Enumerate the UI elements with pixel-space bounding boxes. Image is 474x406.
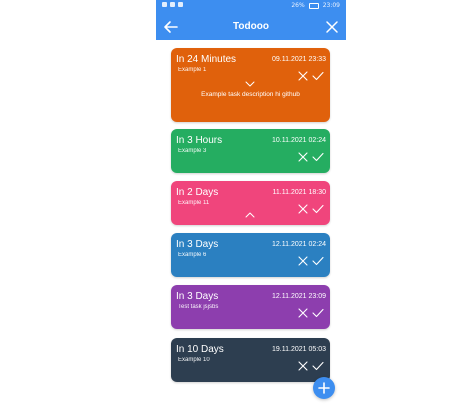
task-datetime: 10.11.2021 02:24: [272, 137, 326, 144]
task-title: Example 3: [178, 148, 207, 154]
task-card[interactable]: In 3 Days 12.11.2021 02:24 Example 6: [171, 233, 330, 277]
task-title: Example 6: [178, 252, 207, 258]
chevron-up-icon[interactable]: [245, 212, 255, 218]
task-due-label: In 2 Days: [176, 187, 219, 198]
task-datetime: 11.11.2021 18:30: [272, 189, 326, 196]
delete-task-icon[interactable]: [298, 256, 308, 266]
notification-icons: [162, 2, 183, 7]
notification-icon: [178, 2, 183, 7]
task-card[interactable]: In 3 Days 12.11.2021 23:09 Test task jsj…: [171, 285, 330, 329]
delete-task-icon[interactable]: [298, 204, 308, 214]
task-due-label: In 24 Minutes: [176, 54, 237, 65]
status-time: 23:09: [322, 2, 340, 9]
task-card[interactable]: In 3 Hours 10.11.2021 02:24 Example 3: [171, 129, 330, 173]
complete-task-icon[interactable]: [312, 71, 324, 81]
delete-task-icon[interactable]: [298, 71, 308, 81]
close-icon[interactable]: [325, 20, 339, 34]
task-description: Example task description hi github: [201, 91, 300, 98]
task-title: Example 11: [178, 200, 210, 206]
complete-task-icon[interactable]: [312, 152, 324, 162]
chevron-down-icon[interactable]: [245, 81, 255, 87]
app-bar: 26% 23:09 Todooo: [156, 0, 346, 40]
task-datetime: 12.11.2021 23:09: [272, 293, 326, 300]
task-card[interactable]: In 24 Minutes 09.11.2021 23:33 Example 1…: [171, 48, 330, 122]
battery-percent: 26%: [291, 2, 305, 9]
delete-task-icon[interactable]: [298, 361, 308, 371]
task-due-label: In 3 Days: [176, 239, 219, 250]
task-datetime: 19.11.2021 05:03: [272, 346, 326, 353]
task-title: Example 10: [178, 357, 210, 363]
phone-screen: 26% 23:09 Todooo In 24 Minutes 09.11.202…: [156, 0, 346, 406]
plus-icon: [318, 382, 330, 394]
task-due-label: In 3 Hours: [176, 135, 223, 146]
delete-task-icon[interactable]: [298, 308, 308, 318]
delete-task-icon[interactable]: [298, 152, 308, 162]
task-card[interactable]: In 2 Days 11.11.2021 18:30 Example 11: [171, 181, 330, 225]
task-title: Test task jsjsbs: [178, 304, 219, 310]
task-title: Example 1: [178, 67, 207, 73]
task-datetime: 12.11.2021 02:24: [272, 241, 326, 248]
complete-task-icon[interactable]: [312, 361, 324, 371]
status-right: 26% 23:09: [291, 2, 340, 9]
complete-task-icon[interactable]: [312, 204, 324, 214]
complete-task-icon[interactable]: [312, 256, 324, 266]
task-due-label: In 3 Days: [176, 291, 219, 302]
add-task-button[interactable]: [313, 377, 335, 399]
task-card[interactable]: In 10 Days 19.11.2021 05:03 Example 10: [171, 338, 330, 382]
status-bar: 26% 23:09: [156, 0, 346, 12]
task-due-label: In 10 Days: [176, 344, 224, 355]
page-title: Todooo: [233, 21, 269, 32]
task-datetime: 09.11.2021 23:33: [272, 56, 326, 63]
battery-icon: [308, 2, 319, 9]
complete-task-icon[interactable]: [312, 308, 324, 318]
wifi-icon: [170, 2, 175, 7]
signal-icon: [162, 2, 167, 7]
